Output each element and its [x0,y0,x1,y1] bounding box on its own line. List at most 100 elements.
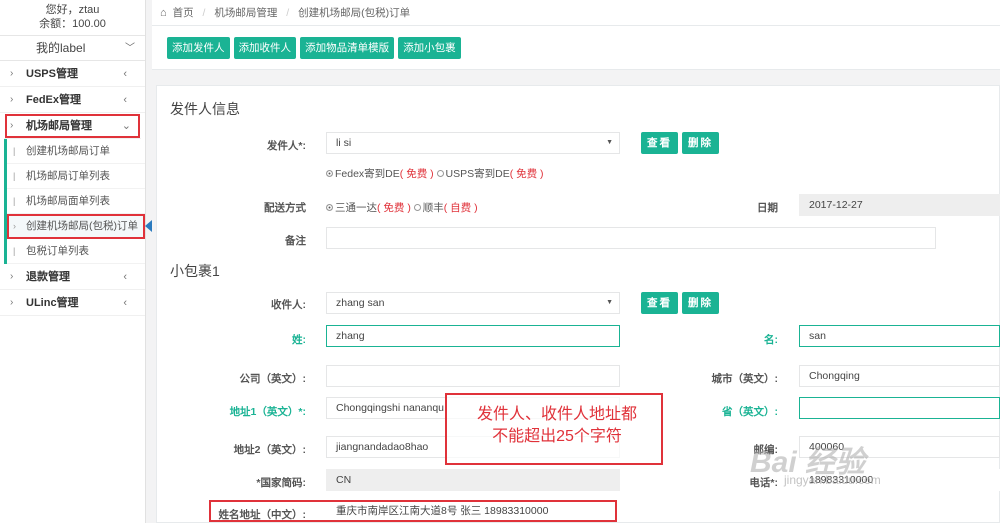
caret-down-icon: ▼ [606,139,613,146]
date-label: 日期 [757,202,778,214]
sender-section-title: 发件人信息 [170,101,240,117]
company-label: 公司（英文）: [239,373,307,385]
delivery-option-sf[interactable]: 顺丰( 自费 ) [413,202,478,214]
sidebar-item-refund[interactable]: › 退款管理 ‹ [0,264,145,290]
chevron-right-icon: › [10,68,14,79]
submenu-item-label: 机场邮局面单列表 [26,195,110,207]
route-option-usps[interactable]: USPS寄到DE( 免费 ) [436,168,544,180]
add-package-button[interactable]: 添加小包裹 [398,37,461,59]
annotation-text: 发件人、收件人地址都 不能超出25个字符 [452,404,662,448]
tree-line-icon: | [13,246,16,256]
submenu-item-create-order[interactable]: | 创建机场邮局订单 [7,139,145,164]
province-field[interactable] [799,397,1000,419]
add-item-template-button[interactable]: 添加物品清单模版 [300,37,395,59]
breadcrumb: ⌂ 首页 / 机场邮局管理 / 创建机场邮局(包税)订单 [152,0,1000,26]
radio-unchecked-icon [413,204,421,211]
tree-line-icon: | [13,171,16,181]
submenu-item-label-list[interactable]: | 机场邮局面单列表 [7,189,145,214]
delivery-option-sto[interactable]: 三通一达( 免费 ) [326,202,411,214]
route-option-fedex[interactable]: Fedex寄到DE( 免费 ) [326,168,434,180]
annotation-line2: 不能超出25个字符 [492,428,622,445]
tree-line-icon: | [13,146,16,156]
given-name-field[interactable]: san [799,325,1000,347]
sidebar-item-ulinc[interactable]: › ULinc管理 ‹ [0,290,145,316]
chevron-left-icon: ‹ [123,297,127,309]
recipient-select-value: zhang san [336,297,385,309]
radio-checked-icon [326,204,333,211]
breadcrumb-separator: / [286,7,290,19]
chevron-right-icon: › [10,271,14,282]
city-label: 城市（英文）: [711,373,779,385]
sidebar: 您好，ztau 余额：100.00 我的label ﹀ › USPS管理 ‹ ›… [0,0,152,523]
submenu-item-create-taxed-order[interactable]: › 创建机场邮局(包税)订单 [7,214,152,239]
sidebar-item-label: ULinc管理 [26,297,79,309]
app-root: 您好，ztau 余额：100.00 我的label ﹀ › USPS管理 ‹ ›… [0,0,1000,523]
chevron-left-icon: ‹ [123,68,127,80]
delete-sender-button[interactable]: 删除 [682,132,719,154]
remark-field[interactable] [326,227,936,249]
breadcrumb-separator: / [202,7,206,19]
surname-field[interactable]: zhang [326,325,620,347]
annotation-line1: 发件人、收件人地址都 [476,406,637,423]
submenu-item-taxed-order-list[interactable]: | 包税订单列表 [7,239,145,264]
user-balance: 余额：100.00 [39,18,106,30]
add-recipient-button[interactable]: 添加收件人 [233,37,297,59]
submenu-item-label: 包税订单列表 [26,245,89,257]
date-field[interactable]: 2017-12-27 [799,194,1000,216]
sidebar-item-airport-post[interactable]: › 机场邮局管理 ⌄ [4,113,141,139]
tree-line-icon: | [13,196,16,206]
sidebar-item-label: FedEx管理 [26,94,82,106]
sender-select-value: li si [336,137,352,149]
user-greeting: 您好，ztau [45,4,100,16]
chevron-right-icon: › [10,94,14,105]
breadcrumb-level2: 创建机场邮局(包税)订单 [298,7,411,19]
sidebar-item-fedex[interactable]: › FedEx管理 ‹ [0,87,145,113]
recipient-label: 收件人: [271,299,306,311]
active-indicator-icon [145,220,152,232]
submenu-item-label: 机场邮局订单列表 [26,170,110,182]
user-box: 您好，ztau 余额：100.00 [0,0,145,35]
sender-label: 发件人*: [266,140,306,152]
submenu-item-label: 创建机场邮局订单 [26,145,110,157]
submenu-airport-post: | 创建机场邮局订单 | 机场邮局订单列表 | 机场邮局面单列表 › 创建机场邮… [4,139,152,264]
my-label-text: 我的label [36,41,86,55]
delivery-radio-group: 三通一达( 免费 ) 顺丰( 自费 ) [326,200,478,215]
view-sender-button[interactable]: 查看 [641,132,678,154]
city-field[interactable]: Chongqing [799,365,1000,387]
remark-label: 备注 [285,235,306,247]
company-field[interactable] [326,365,620,387]
view-recipient-button[interactable]: 查看 [641,292,678,314]
chevron-down-icon: ﹀ [125,43,135,54]
route-radio-group: Fedex寄到DE( 免费 ) USPS寄到DE( 免费 ) [326,166,544,181]
chevron-left-icon: ‹ [123,94,127,106]
sidebar-item-label: 退款管理 [26,271,70,283]
chevron-right-icon: › [10,120,14,131]
address1-label: 地址1（英文）*: [229,406,306,418]
breadcrumb-home[interactable]: 首页 [173,7,194,19]
toolbar: 添加发件人 添加收件人 添加物品清单模版 添加小包裹 [152,26,1000,70]
chevron-left-icon: ‹ [123,271,127,283]
delete-recipient-button[interactable]: 删除 [682,292,719,314]
sidebar-item-usps[interactable]: › USPS管理 ‹ [0,61,145,87]
given-name-label: 名: [764,334,778,346]
sender-select[interactable]: li si ▼ [326,132,620,154]
surname-label: 姓: [292,334,306,346]
package-section-title: 小包裹1 [170,263,220,279]
province-label: 省（英文）: [722,406,778,418]
breadcrumb-level1[interactable]: 机场邮局管理 [214,7,277,19]
chevron-right-icon: › [10,297,14,308]
add-sender-button[interactable]: 添加发件人 [167,37,230,59]
submenu-item-label: 创建机场邮局(包税)订单 [26,220,138,232]
tree-line-icon: › [13,221,16,231]
sidebar-item-label: USPS管理 [26,68,78,80]
baidu-watermark-url: jingyan.baidu.com [784,473,881,487]
radio-unchecked-icon [436,170,444,177]
country-code-field[interactable]: CN [326,469,620,491]
my-label-dropdown[interactable]: 我的label ﹀ [0,35,145,61]
country-code-label: *国家简码: [256,477,306,489]
sidebar-item-label: 机场邮局管理 [26,120,92,132]
chevron-down-icon: ⌄ [121,120,131,132]
recipient-select[interactable]: zhang san ▼ [326,292,620,314]
submenu-item-order-list[interactable]: | 机场邮局订单列表 [7,164,145,189]
address2-label: 地址2（英文）: [233,444,306,456]
